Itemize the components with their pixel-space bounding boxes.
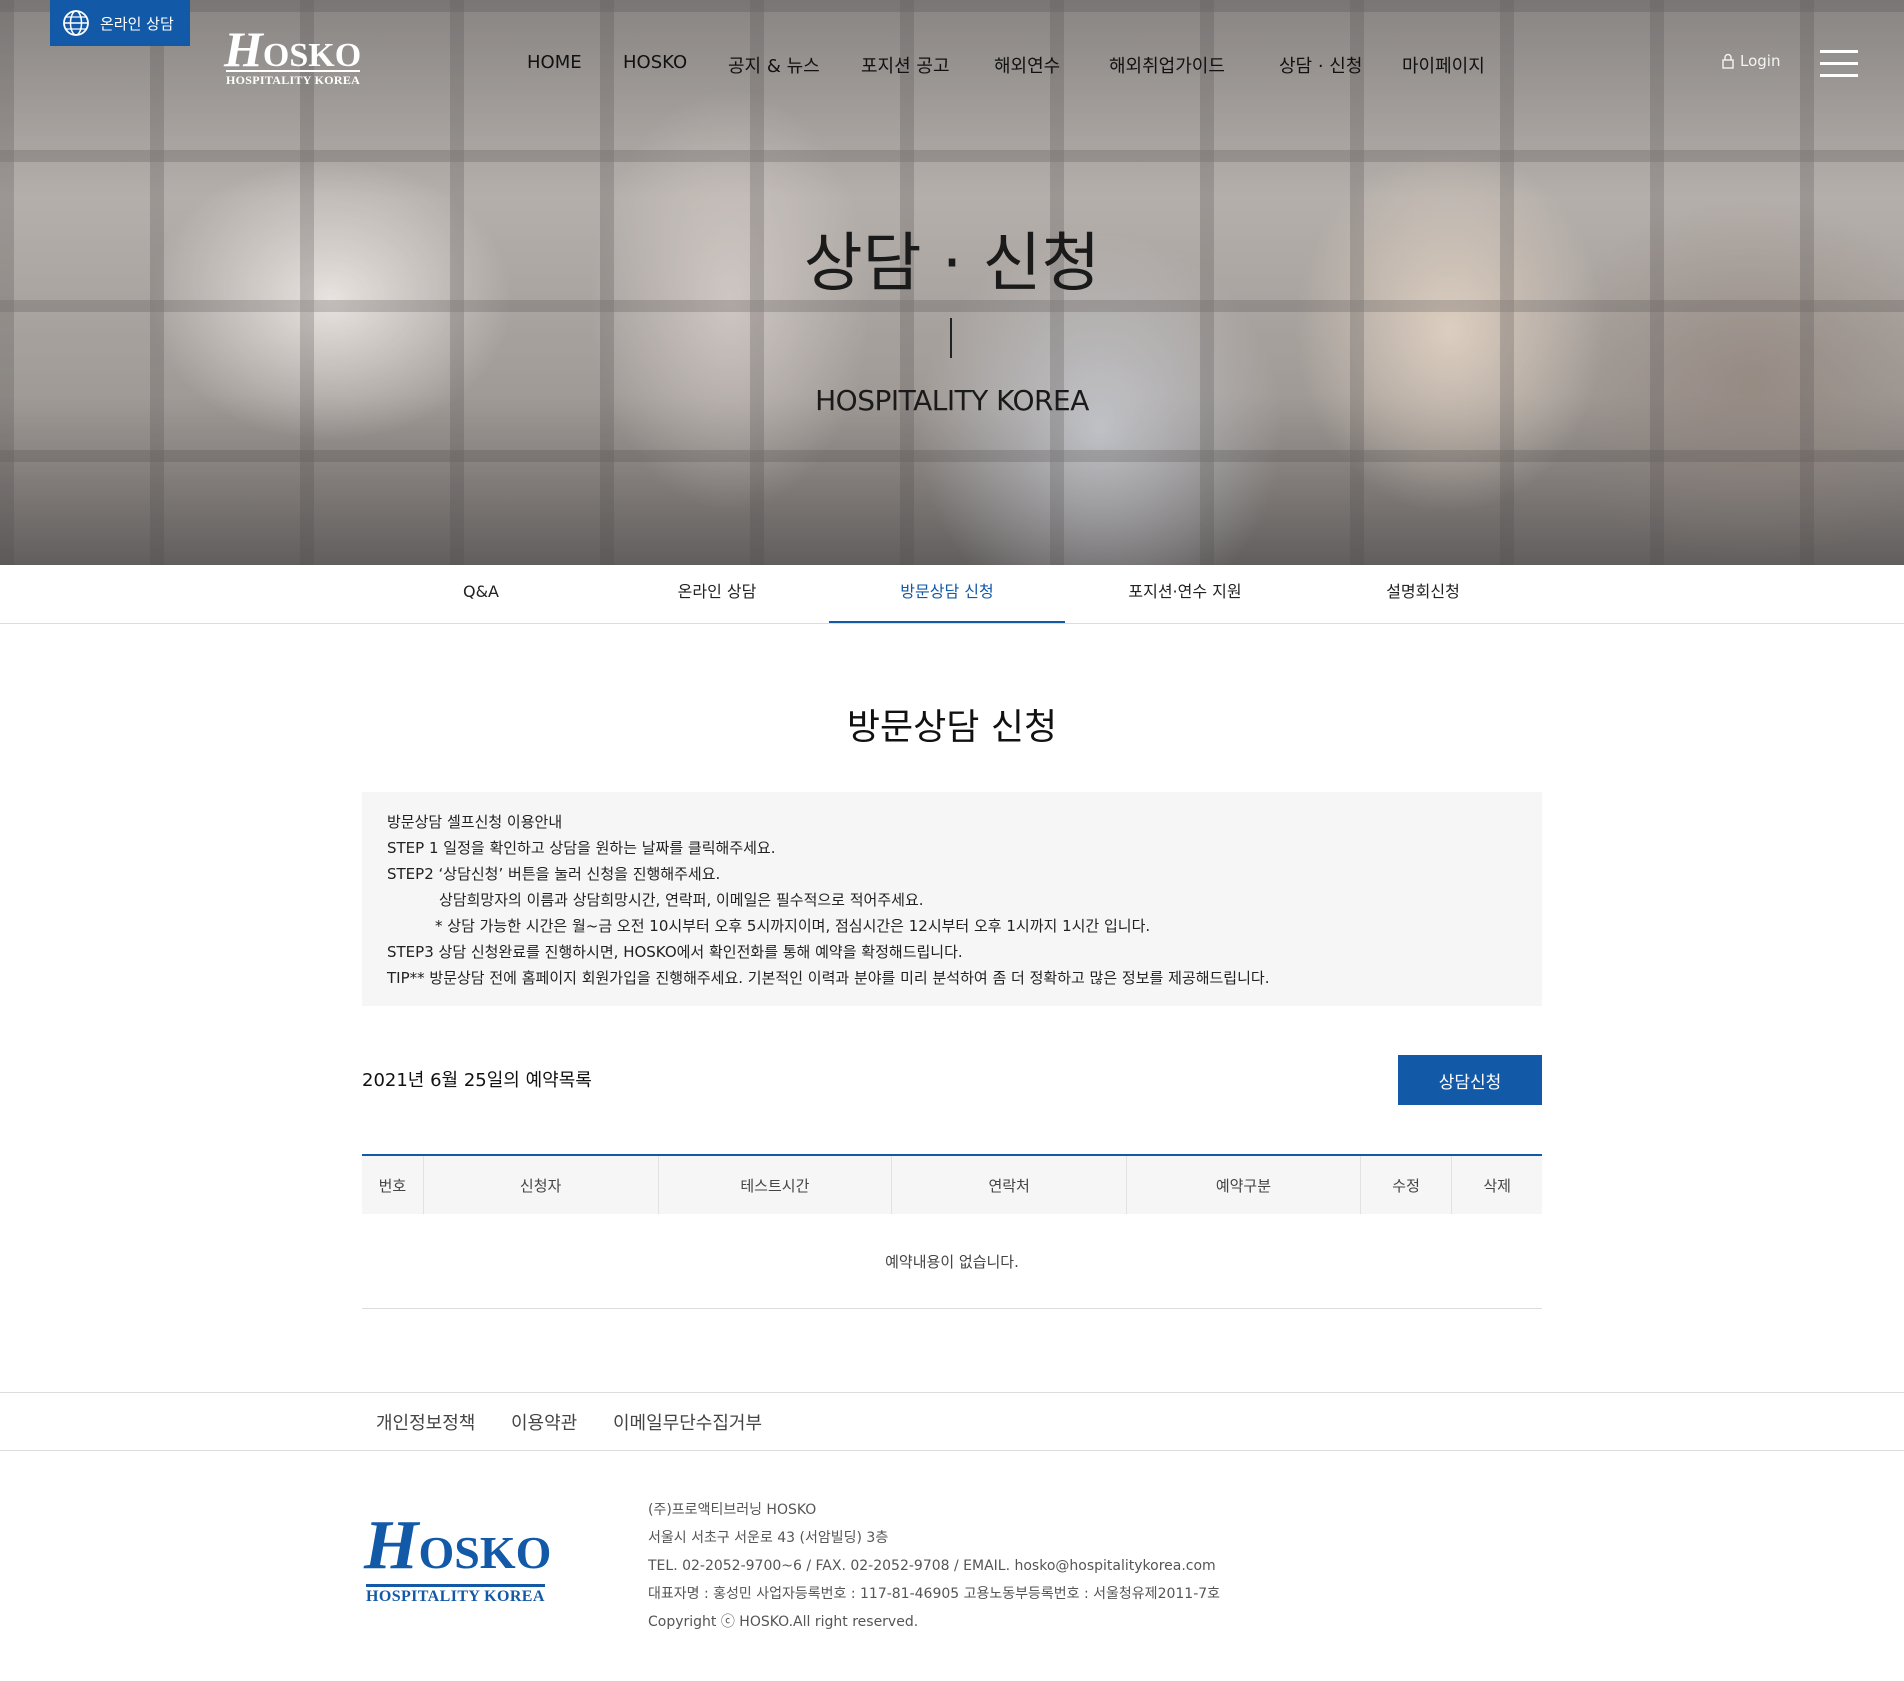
tab-visit-consult[interactable]: 방문상담 신청 bbox=[829, 565, 1065, 623]
globe-icon bbox=[63, 10, 89, 36]
sub-tabs: Q&A 온라인 상담 방문상담 신청 포지션·연수 지원 설명회신청 bbox=[0, 565, 1904, 624]
column-header: 예약구분 bbox=[1126, 1155, 1361, 1214]
page-title: 방문상담 신청 bbox=[846, 707, 1058, 748]
table-header-row: 번호 신청자 테스트시간 연락처 예약구분 수정 삭제 bbox=[362, 1155, 1542, 1214]
nav-consult-apply[interactable]: 상담 · 신청 bbox=[1279, 52, 1362, 78]
hamburger-icon[interactable] bbox=[1820, 50, 1858, 78]
hero-banner: 온라인 상담 HOSKO HOSPITALITY KOREA HOME HOSK… bbox=[0, 0, 1904, 565]
guide-line: 방문상담 셀프신청 이용안내 bbox=[387, 813, 563, 831]
hero-title: 상담 · 신청 bbox=[803, 227, 1101, 301]
online-consult-button[interactable]: 온라인 상담 bbox=[50, 0, 190, 46]
nav-overseas-training[interactable]: 해외연수 bbox=[994, 52, 1060, 78]
column-header: 번호 bbox=[362, 1155, 424, 1214]
company-registration: 대표자명 : 홍성민 사업자등록번호 : 117-81-46905 고용노동부등… bbox=[648, 1586, 1221, 1602]
reservation-table: 번호 신청자 테스트시간 연락처 예약구분 수정 삭제 예약내용이 없습니다. bbox=[362, 1154, 1542, 1309]
header-logo[interactable]: HOSKO HOSPITALITY KOREA bbox=[224, 20, 364, 90]
nav-position[interactable]: 포지션 공고 bbox=[861, 52, 950, 78]
login-link[interactable]: Login bbox=[1722, 52, 1780, 70]
company-info: (주)프로액티브러닝 HOSKO 서울시 서초구 서운로 43 (서암빌딩) 3… bbox=[648, 1496, 1220, 1636]
footer-link-email-refusal[interactable]: 이메일무단수집거부 bbox=[613, 1409, 762, 1435]
guide-line: * 상담 가능한 시간은 월~금 오전 10시부터 오후 5시까지이며, 점심시… bbox=[435, 917, 1151, 935]
nav-mypage[interactable]: 마이페이지 bbox=[1402, 52, 1485, 78]
nav-notice-news[interactable]: 공지 & 뉴스 bbox=[728, 52, 820, 78]
company-contact: TEL. 02-2052-9700~6 / FAX. 02-2052-9708 … bbox=[648, 1558, 1216, 1574]
tab-seminar[interactable]: 설명회신청 bbox=[1305, 565, 1541, 623]
tab-qna[interactable]: Q&A bbox=[363, 565, 599, 623]
guide-line: STEP2 ‘상담신청’ 버튼을 눌러 신청을 진행해주세요. bbox=[387, 865, 721, 883]
footer-logo: HOSKO HOSPITALITY KOREA bbox=[364, 1507, 552, 1605]
nav-hosko[interactable]: HOSKO bbox=[623, 52, 687, 73]
column-header: 연락처 bbox=[891, 1155, 1127, 1214]
guide-line: 상담희망자의 이름과 상담희망시간, 연락퍼, 이메일은 필수적으로 적어주세요… bbox=[439, 891, 924, 909]
hero-divider bbox=[950, 318, 952, 358]
footer-link-privacy[interactable]: 개인정보정책 bbox=[376, 1409, 475, 1435]
company-address: 서울시 서초구 서운로 43 (서암빌딩) 3층 bbox=[648, 1530, 889, 1546]
footer-link-terms[interactable]: 이용약관 bbox=[511, 1409, 577, 1435]
nav-job-guide[interactable]: 해외취업가이드 bbox=[1109, 52, 1225, 78]
nav-home[interactable]: HOME bbox=[527, 52, 582, 73]
lock-icon bbox=[1722, 53, 1734, 69]
column-header: 테스트시간 bbox=[657, 1155, 892, 1214]
tab-position-training[interactable]: 포지션·연수 지원 bbox=[1067, 565, 1303, 623]
tab-online-consult[interactable]: 온라인 상담 bbox=[599, 565, 835, 623]
guide-line: TIP** 방문상담 전에 홈페이지 회원가입을 진행해주세요. 기본적인 이력… bbox=[387, 969, 1270, 987]
column-header: 신청자 bbox=[422, 1155, 658, 1214]
online-consult-label: 온라인 상담 bbox=[100, 14, 174, 33]
guide-line: STEP 1 일정을 확인하고 상담을 원하는 날짜를 클릭해주세요. bbox=[387, 839, 776, 857]
footer-links: 개인정보정책 이용약관 이메일무단수집거부 bbox=[0, 1392, 1904, 1451]
company-name: (주)프로액티브러닝 HOSKO bbox=[648, 1502, 817, 1518]
column-header: 삭제 bbox=[1451, 1155, 1542, 1214]
hero-subtitle: HOSPITALITY KOREA bbox=[815, 384, 1089, 417]
table-row: 예약내용이 없습니다. bbox=[362, 1214, 1542, 1309]
column-header: 수정 bbox=[1359, 1155, 1452, 1214]
copyright: Copyright ⓒ HOSKO.All right reserved. bbox=[648, 1614, 919, 1630]
login-label: Login bbox=[1740, 52, 1781, 70]
empty-message: 예약내용이 없습니다. bbox=[362, 1214, 1542, 1309]
consult-apply-button[interactable]: 상담신청 bbox=[1398, 1055, 1542, 1105]
reservation-date-label: 2021년 6월 25일의 예약목록 bbox=[362, 1070, 592, 1091]
guide-line: STEP3 상담 신청완료를 진행하시면, HOSKO에서 확인전화를 통해 예… bbox=[387, 943, 963, 961]
guide-box: 방문상담 셀프신청 이용안내 STEP 1 일정을 확인하고 상담을 원하는 날… bbox=[362, 792, 1542, 1006]
